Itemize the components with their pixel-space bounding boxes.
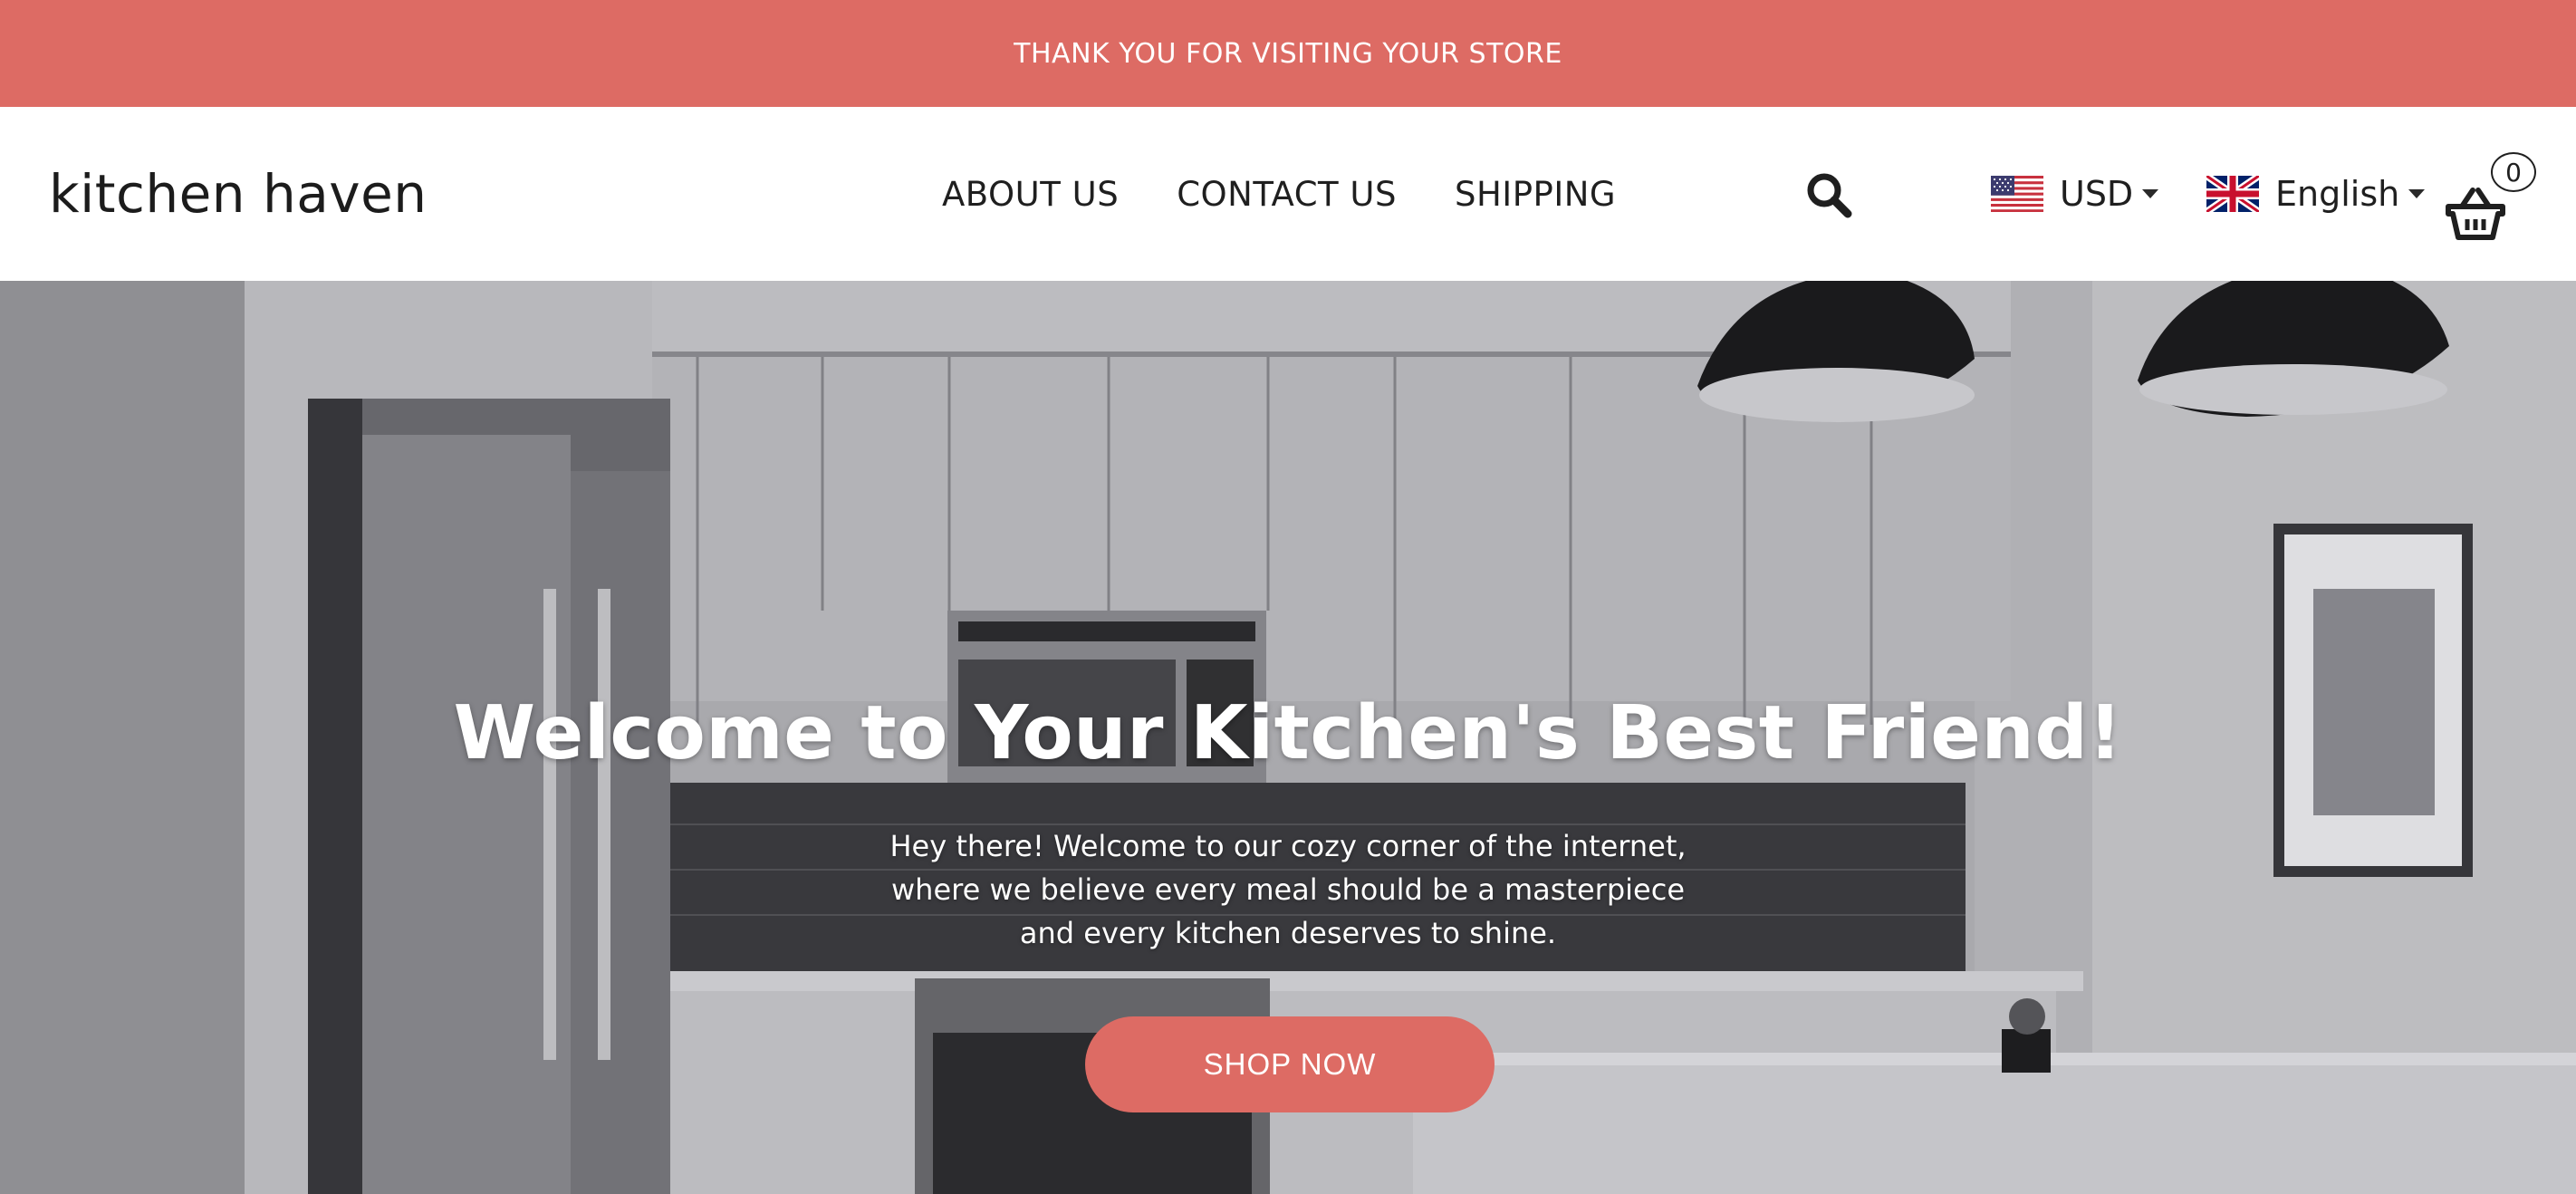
hero-description-line: Hey there! Welcome to our cozy corner of… bbox=[889, 829, 1687, 863]
main-nav: ABOUT US CONTACT US SHIPPING bbox=[942, 107, 1616, 281]
nav-shipping[interactable]: SHIPPING bbox=[1455, 175, 1616, 214]
nav-contact-us[interactable]: CONTACT US bbox=[1177, 175, 1397, 214]
cart-count-badge: 0 bbox=[2491, 152, 2536, 192]
search-icon[interactable] bbox=[1802, 169, 1855, 221]
hero-content: Welcome to Your Kitchen's Best Friend! H… bbox=[0, 281, 2576, 1194]
hero-description-line: and every kitchen deserves to shine. bbox=[1019, 916, 1557, 950]
store-logo[interactable]: kitchen haven bbox=[49, 107, 428, 281]
hero-description-line: where we believe every meal should be a … bbox=[890, 872, 1685, 907]
announcement-bar: THANK YOU FOR VISITING YOUR STORE bbox=[0, 0, 2576, 107]
announcement-text: THANK YOU FOR VISITING YOUR STORE bbox=[1014, 37, 1562, 70]
hero-title: Welcome to Your Kitchen's Best Friend! bbox=[453, 690, 2123, 776]
chevron-down-icon bbox=[2408, 189, 2426, 198]
nav-about-us[interactable]: ABOUT US bbox=[942, 175, 1119, 214]
site-header: kitchen haven ABOUT US CONTACT US SHIPPI… bbox=[0, 107, 2576, 281]
us-flag-icon bbox=[1991, 176, 2043, 212]
currency-label: USD bbox=[2060, 174, 2134, 214]
language-selector[interactable]: English bbox=[2206, 107, 2426, 281]
uk-flag-icon bbox=[2206, 176, 2259, 212]
hero-banner: Welcome to Your Kitchen's Best Friend! H… bbox=[0, 281, 2576, 1194]
currency-selector[interactable]: USD bbox=[1991, 107, 2159, 281]
shop-now-button[interactable]: SHOP NOW bbox=[1085, 1016, 1495, 1112]
language-label: English bbox=[2275, 174, 2400, 214]
chevron-down-icon bbox=[2142, 189, 2159, 198]
hero-description: Hey there! Welcome to our cozy corner of… bbox=[835, 824, 1741, 955]
